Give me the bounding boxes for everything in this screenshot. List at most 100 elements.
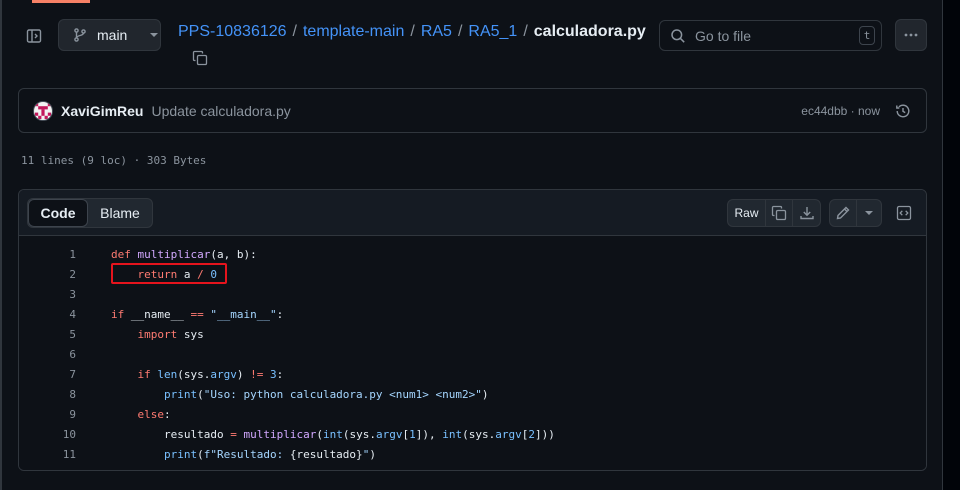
breadcrumb-folder-link[interactable]: template-main (303, 23, 404, 41)
scrollbar-track[interactable] (942, 0, 960, 490)
code-token: f"Resultado: (203, 447, 290, 461)
code-lines[interactable]: 1 def multiplicar(a, b): 2 return a / 034i… (19, 236, 926, 470)
code-token: ])) (534, 427, 555, 441)
code-token: argv (495, 427, 522, 441)
history-button[interactable] (894, 102, 912, 120)
code-line[interactable]: 9 else: (19, 404, 926, 424)
left-border (0, 0, 2, 490)
commit-sha-time[interactable]: ec44dbb · now (801, 104, 880, 118)
code-token: (sys. (462, 427, 496, 441)
code-token: import (111, 327, 178, 341)
code-token: (sys. (177, 367, 211, 381)
code-token: ( (197, 447, 204, 461)
breadcrumb-folder-link[interactable]: RA5_1 (468, 23, 517, 41)
code-line[interactable]: 7 if len(sys.argv) != 3: (19, 364, 926, 384)
triangle-down-icon (865, 211, 873, 215)
copy-path-button[interactable] (190, 48, 210, 68)
code-token: ( (197, 387, 204, 401)
code-line[interactable]: 2 return a / 0 (19, 264, 926, 284)
code-line[interactable]: 11 print(f"Resultado: {resultado}") (19, 444, 926, 464)
code-token: int (442, 427, 463, 441)
breadcrumb-separator: / (523, 23, 528, 40)
line-number[interactable]: 5 (19, 328, 76, 341)
raw-button[interactable]: Raw (728, 200, 766, 226)
file-stats: 11 lines (9 loc) · 303 Bytes (21, 154, 207, 167)
code-token: print (163, 387, 198, 401)
line-number[interactable]: 9 (19, 408, 76, 421)
code-token: a (177, 267, 198, 281)
tab-blame[interactable]: Blame (88, 199, 152, 227)
line-number[interactable]: 11 (19, 448, 76, 461)
download-icon (799, 207, 814, 220)
code-line[interactable]: 3 (19, 284, 926, 304)
search-icon (671, 28, 685, 43)
avatar[interactable] (33, 100, 53, 121)
code-token: ) (369, 447, 376, 461)
view-mode-switch: Code Blame (27, 198, 153, 228)
go-to-file-placeholder: Go to file (695, 27, 752, 44)
code-token: "Uso: python calculadora.py <num1> <num2… (203, 387, 482, 401)
code-text: else: (111, 407, 171, 421)
code-text: if len(sys.argv) != 3: (111, 368, 283, 381)
code-line[interactable]: 1 def multiplicar(a, b): (19, 244, 926, 264)
code-token: int (322, 427, 343, 441)
code-token: __name__ (124, 307, 191, 321)
keyboard-shortcut-hint: t (859, 26, 875, 45)
more-options-button[interactable] (895, 19, 927, 51)
code-token: != (250, 367, 264, 381)
code-line[interactable]: 5 import sys (19, 324, 926, 344)
commit-message-link[interactable]: Update calculadora.py (151, 103, 290, 119)
edit-options-dropdown[interactable] (857, 200, 881, 226)
commit-author-link[interactable]: XaviGimReu (61, 103, 143, 119)
code-token: / (197, 267, 204, 281)
breadcrumb-repo-link[interactable]: PPS-10836126 (178, 23, 287, 41)
line-number[interactable]: 10 (19, 428, 76, 441)
line-number[interactable]: 7 (19, 368, 76, 381)
code-token: ( (316, 427, 323, 441)
code-token: if (111, 367, 151, 381)
sidebar-expand-button[interactable] (22, 24, 46, 48)
copy-icon (192, 50, 208, 66)
edit-file-button[interactable] (830, 200, 857, 226)
go-to-file-input[interactable]: Go to file t (659, 20, 882, 51)
code-token: argv (375, 427, 403, 441)
download-button[interactable] (793, 200, 820, 226)
latest-commit-bar: XaviGimReu Update calculadora.py ec44dbb… (18, 88, 927, 133)
tab-code[interactable]: Code (28, 199, 88, 227)
breadcrumb-folder-link[interactable]: RA5 (421, 23, 452, 41)
code-text: return a / 0 (111, 268, 217, 281)
code-text: print("Uso: python calculadora.py <num1>… (111, 388, 489, 401)
code-line[interactable]: 4 if __name__ == "__main__": (19, 304, 926, 324)
branch-selector-button[interactable]: main (58, 19, 161, 51)
breadcrumb-current-file: calculadora.py (533, 23, 646, 40)
copy-raw-button[interactable] (766, 200, 793, 226)
line-number[interactable]: 8 (19, 388, 76, 401)
code-token: {resultado} (289, 447, 363, 461)
line-number[interactable]: 2 (19, 268, 76, 281)
breadcrumb-separator: / (457, 23, 463, 40)
git-branch-icon (74, 28, 86, 42)
symbols-panel-button[interactable] (893, 202, 915, 224)
edit-actions-group (829, 199, 882, 227)
code-line[interactable]: 10 resultado = multiplicar(int(sys.argv[… (19, 424, 926, 444)
code-token: else (111, 407, 164, 421)
code-token: 2 (528, 427, 535, 441)
line-number[interactable]: 1 (19, 248, 76, 261)
line-number[interactable]: 3 (19, 288, 76, 301)
copy-icon (771, 205, 787, 221)
breadcrumb-separator: / (410, 23, 415, 40)
code-text: print(f"Resultado: {resultado}") (111, 448, 376, 461)
kebab-horizontal-icon (904, 33, 918, 37)
code-token: 3 (270, 367, 277, 381)
code-token: sys (177, 327, 204, 341)
breadcrumb-separator: / (292, 23, 297, 40)
code-line[interactable]: 6 (19, 344, 926, 364)
code-token: : (163, 407, 171, 421)
code-line[interactable]: 8 print("Uso: python calculadora.py <num… (19, 384, 926, 404)
code-token: print (163, 447, 198, 461)
line-number[interactable]: 6 (19, 348, 76, 361)
code-viewer: Code Blame Raw 1 def multiplicar(a, b): … (18, 189, 927, 471)
line-number[interactable]: 4 (19, 308, 76, 321)
